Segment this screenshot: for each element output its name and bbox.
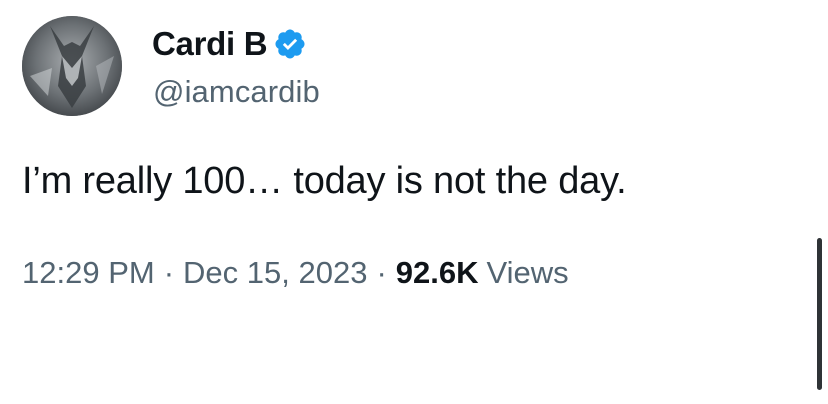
meta-separator: · (163, 255, 175, 290)
tweet-date[interactable]: Dec 15, 2023 (183, 255, 367, 291)
views-label[interactable]: Views (487, 255, 569, 291)
views-count[interactable]: 92.6K (396, 255, 479, 291)
author-name-row[interactable]: Cardi B (152, 22, 307, 66)
profile-photo (22, 16, 122, 116)
display-name[interactable]: Cardi B (152, 25, 268, 63)
tweet-meta: 12:29 PM · Dec 15, 2023 · 92.6K Views (22, 255, 569, 291)
meta-separator: · (376, 255, 387, 290)
verified-badge-icon[interactable] (273, 27, 307, 61)
scrollbar[interactable] (817, 238, 822, 390)
avatar[interactable] (22, 16, 122, 116)
tweet-card: Cardi B @iamcardib I’m really 100… today… (0, 0, 828, 404)
tweet-time[interactable]: 12:29 PM (22, 255, 155, 291)
author-handle[interactable]: @iamcardib (153, 74, 320, 110)
tweet-text: I’m really 100… today is not the day. (22, 160, 627, 202)
